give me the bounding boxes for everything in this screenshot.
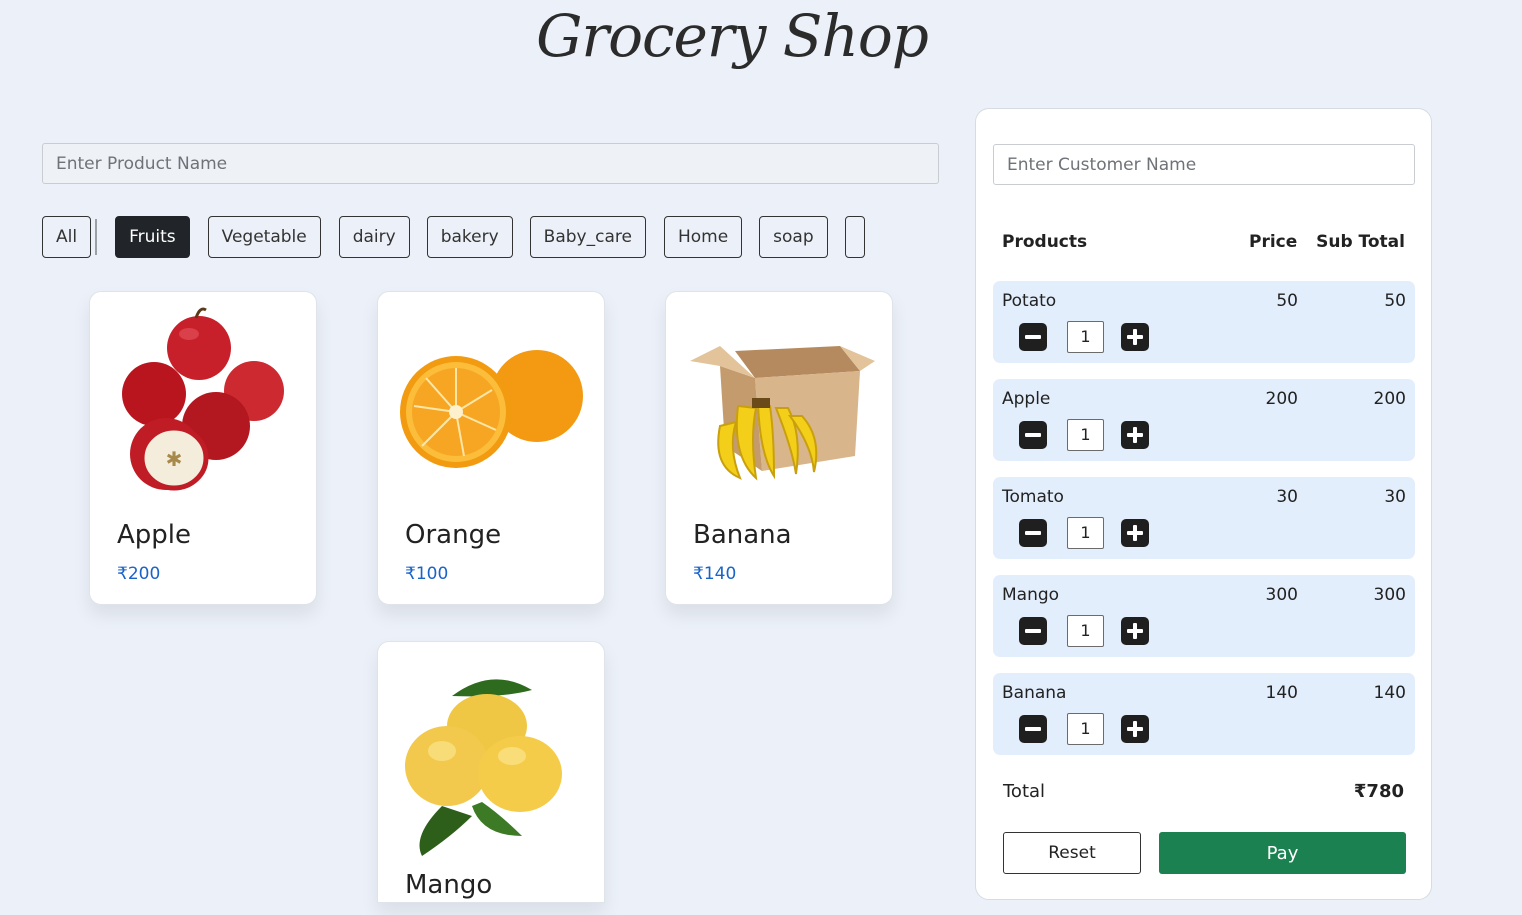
product-card-mango[interactable]: Mango bbox=[377, 641, 605, 903]
product-card-banana[interactable]: Banana ₹140 bbox=[665, 291, 893, 605]
cart-row-apple: Apple 200 200 1 bbox=[993, 379, 1415, 461]
increase-quantity-button[interactable] bbox=[1121, 323, 1149, 351]
quantity-field[interactable]: 1 bbox=[1067, 321, 1104, 353]
decrease-quantity-button[interactable] bbox=[1019, 617, 1047, 645]
cart-item-subtotal: 140 bbox=[1373, 683, 1406, 703]
minus-icon bbox=[1025, 629, 1041, 633]
quantity-field[interactable]: 1 bbox=[1067, 713, 1104, 745]
category-fruits-button[interactable]: Fruits bbox=[115, 216, 190, 258]
product-price: ₹100 bbox=[405, 564, 449, 584]
category-soap-button[interactable]: soap bbox=[759, 216, 828, 258]
cart-item-price: 140 bbox=[1265, 683, 1298, 703]
total-label: Total bbox=[1003, 781, 1046, 802]
cart-item-name: Banana bbox=[1002, 683, 1067, 703]
decrease-quantity-button[interactable] bbox=[1019, 715, 1047, 743]
page-title: Grocery Shop bbox=[536, 2, 929, 70]
quantity-field[interactable]: 1 bbox=[1067, 517, 1104, 549]
reset-button[interactable]: Reset bbox=[1003, 832, 1141, 874]
cart-item-price: 200 bbox=[1265, 389, 1298, 409]
pay-button[interactable]: Pay bbox=[1159, 832, 1406, 874]
category-bakery-button[interactable]: bakery bbox=[426, 216, 513, 258]
cart-row-tomato: Tomato 30 30 1 bbox=[993, 477, 1415, 559]
increase-quantity-button[interactable] bbox=[1121, 715, 1149, 743]
minus-icon bbox=[1025, 727, 1041, 731]
price-column-header: Price bbox=[1249, 232, 1298, 252]
product-name: Apple bbox=[117, 520, 192, 550]
total-amount: ₹780 bbox=[1353, 781, 1404, 802]
category-more-button[interactable] bbox=[844, 216, 865, 258]
quantity-field[interactable]: 1 bbox=[1067, 419, 1104, 451]
orange-image bbox=[400, 350, 583, 468]
product-search-input[interactable] bbox=[42, 143, 939, 184]
product-name: Mango bbox=[405, 870, 493, 900]
minus-icon bbox=[1025, 335, 1041, 339]
plus-icon-vertical bbox=[1133, 427, 1137, 443]
product-card-orange[interactable]: Orange ₹100 bbox=[377, 291, 605, 605]
increase-quantity-button[interactable] bbox=[1121, 519, 1149, 547]
decrease-quantity-button[interactable] bbox=[1019, 323, 1047, 351]
minus-icon bbox=[1025, 433, 1041, 437]
plus-icon-vertical bbox=[1133, 721, 1137, 737]
minus-icon bbox=[1025, 531, 1041, 535]
category-divider bbox=[95, 219, 98, 255]
cart-panel: Products Price Sub Total Potato 50 50 1 … bbox=[975, 108, 1432, 900]
cart-item-price: 30 bbox=[1276, 487, 1298, 507]
cart-item-name: Tomato bbox=[1002, 487, 1064, 507]
decrease-quantity-button[interactable] bbox=[1019, 519, 1047, 547]
category-all-button[interactable]: All bbox=[42, 216, 92, 258]
product-name: Orange bbox=[405, 520, 502, 550]
category-home-button[interactable]: Home bbox=[663, 216, 743, 258]
decrease-quantity-button[interactable] bbox=[1019, 421, 1047, 449]
svg-text:✱: ✱ bbox=[166, 447, 183, 471]
subtotal-column-header: Sub Total bbox=[1316, 232, 1405, 252]
cart-item-name: Potato bbox=[1002, 291, 1057, 311]
cart-item-subtotal: 30 bbox=[1384, 487, 1406, 507]
category-filter-bar: All Fruits Vegetable dairy bakery Baby_care Ho… bbox=[42, 216, 898, 258]
category-dairy-button[interactable]: dairy bbox=[338, 216, 410, 258]
quantity-field[interactable]: 1 bbox=[1067, 615, 1104, 647]
cart-item-name: Mango bbox=[1002, 585, 1060, 605]
plus-icon-vertical bbox=[1133, 623, 1137, 639]
product-price: ₹200 bbox=[117, 564, 161, 584]
products-column-header: Products bbox=[1002, 232, 1088, 252]
cart-item-subtotal: 50 bbox=[1384, 291, 1406, 311]
customer-name-input[interactable] bbox=[993, 144, 1415, 185]
product-card-apple[interactable]: ✱ Apple ₹200 bbox=[89, 291, 317, 605]
increase-quantity-button[interactable] bbox=[1121, 617, 1149, 645]
increase-quantity-button[interactable] bbox=[1121, 421, 1149, 449]
category-vegetable-button[interactable]: Vegetable bbox=[207, 216, 321, 258]
cart-row-banana: Banana 140 140 1 bbox=[993, 673, 1415, 755]
cart-item-price: 50 bbox=[1276, 291, 1298, 311]
product-price: ₹140 bbox=[693, 564, 737, 584]
banana-box-image bbox=[690, 346, 875, 481]
cart-item-subtotal: 200 bbox=[1373, 389, 1406, 409]
plus-icon-vertical bbox=[1133, 525, 1137, 541]
cart-item-name: Apple bbox=[1002, 389, 1051, 409]
cart-row-mango: Mango 300 300 1 bbox=[993, 575, 1415, 657]
cart-row-potato: Potato 50 50 1 bbox=[993, 281, 1415, 363]
plus-icon-vertical bbox=[1133, 329, 1137, 345]
mango-image bbox=[405, 679, 562, 856]
apple-image: ✱ bbox=[122, 307, 284, 491]
cart-item-price: 300 bbox=[1265, 585, 1298, 605]
category-baby-care-button[interactable]: Baby_care bbox=[529, 216, 646, 258]
cart-item-subtotal: 300 bbox=[1373, 585, 1406, 605]
product-name: Banana bbox=[693, 520, 792, 550]
